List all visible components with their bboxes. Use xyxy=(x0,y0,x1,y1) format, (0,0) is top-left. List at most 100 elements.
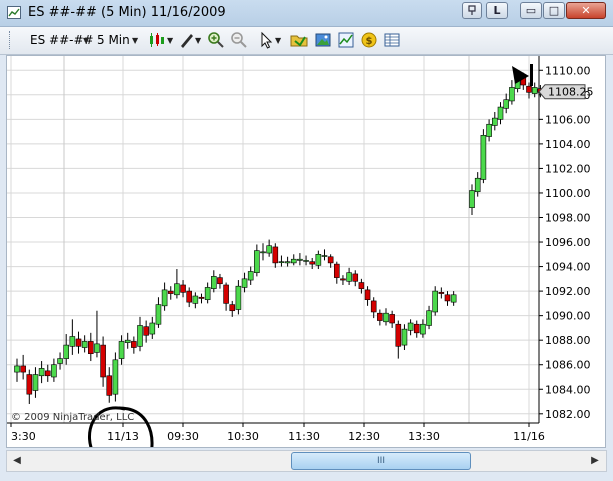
annotation-bar xyxy=(530,64,533,86)
candle-up xyxy=(486,123,492,137)
candle-down xyxy=(327,256,334,264)
y-tick-label: 1086.00 xyxy=(545,359,591,372)
candle-up xyxy=(235,285,242,310)
candle-up xyxy=(420,323,426,335)
candle-down xyxy=(20,365,26,373)
candle-up xyxy=(315,254,322,266)
candle-up xyxy=(432,290,439,313)
chevron-down-icon[interactable]: ▼ xyxy=(167,36,173,45)
candle-up xyxy=(290,258,297,264)
candle-down xyxy=(333,263,340,278)
x-tick-label: 11:30 xyxy=(288,430,320,443)
toolbar-grip[interactable] xyxy=(9,31,13,49)
candle-down xyxy=(100,344,106,378)
candle-down xyxy=(413,323,420,334)
candle-down xyxy=(526,85,532,93)
y-tick-label: 1088.00 xyxy=(545,334,591,347)
candle-up xyxy=(297,258,303,261)
y-tick-label: 1102.00 xyxy=(545,162,591,175)
candle-up xyxy=(401,328,408,346)
y-tick-label: 1082.00 xyxy=(545,408,591,421)
candle-up xyxy=(491,117,498,126)
link-badge-button[interactable]: L xyxy=(486,2,508,19)
chevron-down-icon[interactable]: ▼ xyxy=(83,36,89,45)
candle-down xyxy=(167,290,174,294)
candle-up xyxy=(321,255,328,257)
candle-up xyxy=(155,304,162,325)
y-tick-label: 1084.00 xyxy=(545,383,591,396)
chart-toolbar: ES ##-## ▼ 5 Min ▼ ▼ ▼ ▼ $ xyxy=(0,27,613,55)
pin-icon[interactable] xyxy=(462,2,482,19)
candle-down xyxy=(377,312,383,321)
candle-down xyxy=(44,370,51,377)
candle-up xyxy=(14,365,20,373)
candle-down xyxy=(389,314,395,324)
copyright-text: © 2009 NinjaTrader, LLC xyxy=(11,412,134,423)
window-title: ES ##-## (5 Min) 11/16/2009 xyxy=(28,5,226,20)
candle-down xyxy=(88,341,94,354)
candle-up xyxy=(38,368,45,377)
price-chart[interactable]: 1110.001108.001106.001104.001102.001100.… xyxy=(6,55,606,473)
maximize-button[interactable]: □ xyxy=(543,2,565,19)
candle-up xyxy=(450,294,457,303)
scroll-left-icon[interactable]: ◀ xyxy=(10,454,24,468)
window-titlebar: ES ##-## (5 Min) 11/16/2009 L ▭ □ ✕ xyxy=(0,0,613,27)
x-tick-label: 11/13 xyxy=(107,430,139,443)
candle-up xyxy=(63,344,70,359)
chevron-down-icon[interactable]: ▼ xyxy=(132,36,138,45)
chevron-down-icon[interactable]: ▼ xyxy=(195,36,201,45)
candle-down xyxy=(352,273,359,282)
cursor-select-icon[interactable] xyxy=(258,31,276,49)
candle-up xyxy=(503,99,510,109)
candle-up xyxy=(51,364,57,378)
bar-style-icon[interactable] xyxy=(148,31,166,49)
money-icon[interactable]: $ xyxy=(360,31,378,49)
scrollbar-thumb[interactable]: III xyxy=(291,452,471,470)
candle-down xyxy=(217,277,223,285)
candle-up xyxy=(497,106,504,120)
candle-down xyxy=(438,292,445,294)
candle-up xyxy=(192,295,199,304)
chevron-down-icon[interactable]: ▼ xyxy=(275,36,281,45)
candle-down xyxy=(272,246,279,264)
candle-down xyxy=(364,289,371,300)
image-icon[interactable] xyxy=(314,31,332,49)
scroll-right-icon[interactable]: ▶ xyxy=(588,454,602,468)
candle-down xyxy=(186,290,192,303)
drawing-pen-icon[interactable] xyxy=(178,31,196,49)
candle-down xyxy=(223,284,229,304)
zoom-out-icon[interactable] xyxy=(230,31,248,49)
candle-up xyxy=(112,359,119,395)
candle-down xyxy=(309,261,316,265)
interval-selector[interactable]: 5 Min xyxy=(97,33,130,47)
x-tick-label: 13:30 xyxy=(408,430,440,443)
candle-up xyxy=(241,278,248,288)
candle-up xyxy=(118,341,125,359)
table-icon[interactable] xyxy=(383,31,401,49)
candle-down xyxy=(75,338,82,347)
horizontal-scrollbar[interactable]: ◀ III ▶ xyxy=(6,450,607,472)
close-button[interactable]: ✕ xyxy=(566,2,606,19)
candle-up xyxy=(260,251,266,254)
candle-up xyxy=(480,134,487,180)
candle-up xyxy=(211,276,217,289)
candle-up xyxy=(69,336,76,347)
open-folder-icon[interactable] xyxy=(290,31,308,49)
candle-up xyxy=(81,341,88,348)
y-tick-label: 1110.00 xyxy=(545,64,591,77)
candle-down xyxy=(229,304,236,312)
x-tick-label: 12:30 xyxy=(348,430,380,443)
candle-down xyxy=(180,284,186,293)
zoom-in-icon[interactable] xyxy=(207,31,225,49)
candle-down xyxy=(370,300,377,313)
candle-up xyxy=(346,272,352,282)
y-tick-label: 1090.00 xyxy=(545,310,591,323)
candle-down xyxy=(395,323,402,347)
minimize-button[interactable]: ▭ xyxy=(520,2,542,19)
candle-up xyxy=(57,358,63,364)
candle-up xyxy=(247,271,254,281)
candle-up xyxy=(32,374,39,391)
candle-up xyxy=(303,260,309,262)
chart-data-icon[interactable] xyxy=(337,31,355,49)
x-tick-label: 09:30 xyxy=(167,430,199,443)
